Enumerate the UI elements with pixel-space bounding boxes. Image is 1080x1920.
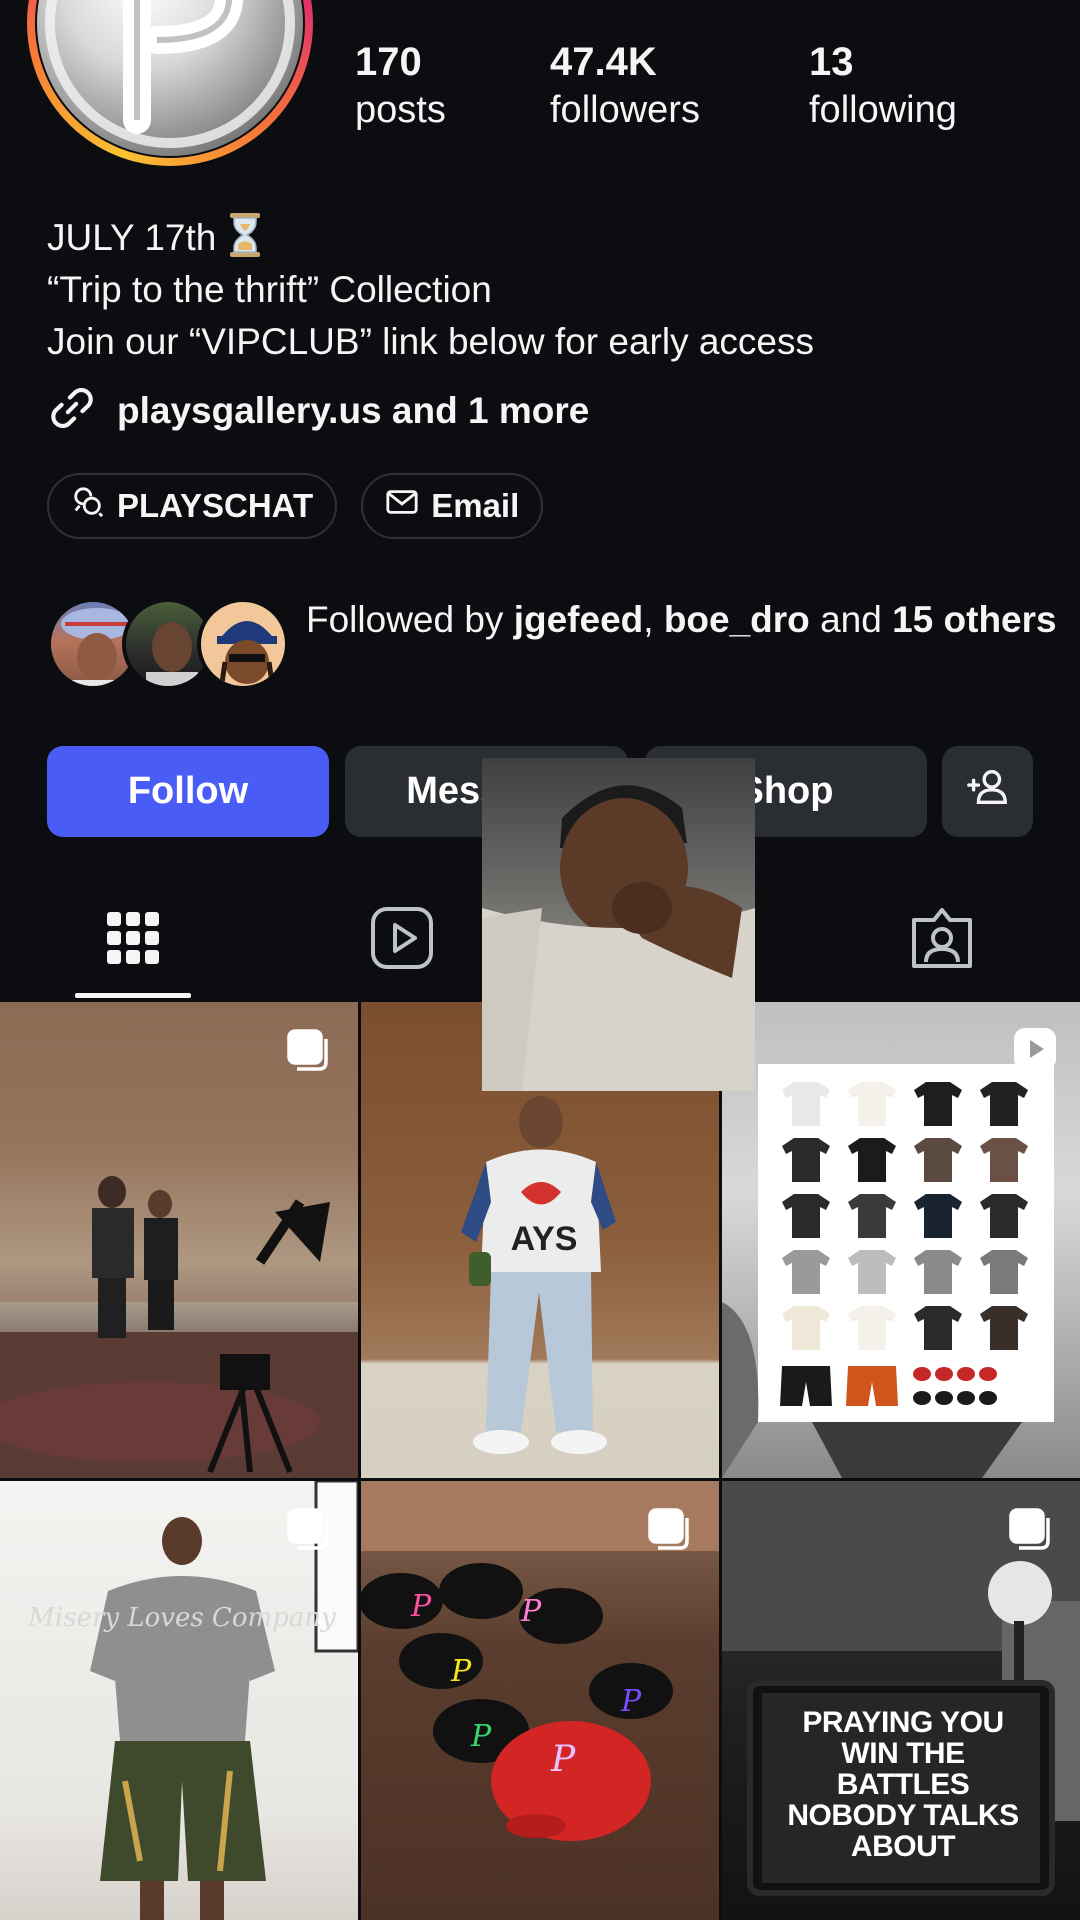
follower-avatar-3 [197,598,289,690]
playschat-label: PLAYSCHAT [117,487,314,524]
followed-by-and: and [809,599,893,640]
follow-button[interactable]: Follow [47,746,329,837]
svg-text:P: P [520,1594,542,1629]
carousel-icon [647,1507,693,1553]
carousel-icon [286,1028,332,1074]
catalog-cap [957,1367,975,1381]
grid-post-4[interactable]: Misery Loves Company [0,1481,358,1920]
bio-link[interactable]: playsgallery.us and 1 more [47,383,589,438]
followed-by-user-2[interactable]: boe_dro [664,599,810,640]
playschat-chip[interactable]: PLAYSCHAT [47,473,338,539]
followers-stat[interactable]: 47.4K followers [550,40,700,136]
grid-icon [106,911,160,970]
posts-stat[interactable]: 170 posts [355,40,446,136]
link-text: playsgallery.us and 1 more [117,389,590,431]
post-4-shirt-text: Misery Loves Company [27,1603,336,1633]
grid-post-5[interactable]: P P P P P P [361,1481,719,1920]
svg-text:P: P [450,1654,472,1689]
bio-line-2: “Trip to the thrift” Collection [47,269,492,310]
grid-post-6[interactable]: PRAYING YOU WIN THE BATTLES NOBODY TALKS… [722,1481,1080,1920]
post-6-sign-text: PRAYING YOU WIN THE BATTLES NOBODY TALKS… [787,1706,1019,1863]
catalog-cap [979,1367,997,1381]
link-icon [47,383,97,438]
reels-icon [370,906,434,975]
svg-text:P: P [470,1719,492,1754]
tagged-icon [910,906,974,975]
catalog-cap [913,1367,931,1381]
tab-tagged[interactable] [907,905,977,975]
profile-avatar[interactable] [27,0,313,166]
tab-posts-grid[interactable] [98,905,168,975]
catalog-cap [957,1391,975,1405]
tab-reels[interactable] [367,905,437,975]
catalog-cap [935,1391,953,1405]
grid-post-1[interactable] [0,1002,358,1478]
posts-label: posts [355,89,446,131]
active-tab-indicator [75,993,191,998]
followed-by-text: Followed by jgefeed, boe_dro and 15 othe… [306,594,1066,646]
followed-by-prefix: Followed by [306,599,514,640]
following-stat[interactable]: 13 following [809,40,957,136]
floating-video-overlay[interactable] [482,758,755,1091]
avatar-logo-image [37,0,303,156]
post-3-photo [722,1064,1054,1478]
svg-text:P: P [620,1684,642,1719]
bio-line-3: Join our “VIPCLUB” link below for early … [47,321,815,362]
grid-post-3[interactable] [722,1002,1080,1478]
followed-by-others[interactable]: 15 others [892,599,1057,640]
envelope-icon [385,485,419,527]
email-label: Email [431,487,520,524]
post-2-shirt-text: AYS [511,1220,578,1258]
svg-text:P: P [550,1739,576,1780]
catalog-cap [913,1391,931,1405]
email-chip[interactable]: Email [361,473,544,539]
posts-count: 170 [355,40,422,84]
chat-threads-icon [71,485,105,527]
catalog-cap [935,1367,953,1381]
catalog-cap [979,1391,997,1405]
followed-by-user-1[interactable]: jgefeed [514,599,644,640]
hourglass-emoji [228,212,262,258]
contact-chips: PLAYSCHAT Email [47,473,544,539]
carousel-icon [286,1507,332,1553]
video-frame [482,758,755,1091]
svg-text:P: P [410,1589,432,1624]
following-label: following [809,89,957,131]
bio-date-text: JULY 17th [47,217,217,258]
profile-bio: JULY 17th “Trip to the thrift” Collectio… [47,212,814,368]
carousel-icon [1008,1507,1054,1553]
bio-line-1: JULY 17th [47,212,814,264]
following-count: 13 [809,40,854,84]
followed-by-separator: , [643,599,664,640]
followers-label: followers [550,89,700,131]
followers-count: 47.4K [550,40,657,84]
reel-icon [1012,1026,1058,1072]
suggested-people-button[interactable] [942,746,1033,837]
add-person-icon [965,764,1011,820]
